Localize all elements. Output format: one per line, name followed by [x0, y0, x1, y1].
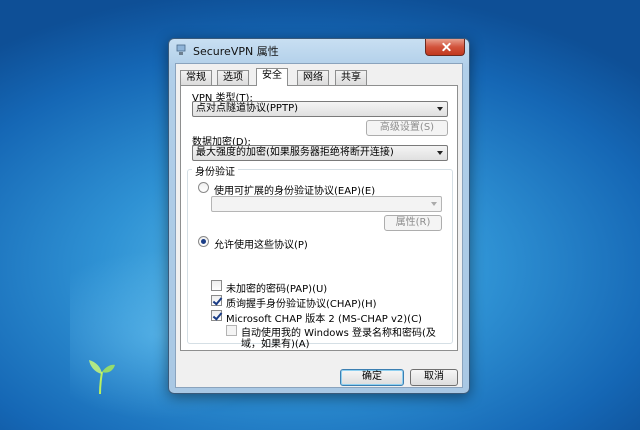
encryption-dropdown[interactable]: 最大强度的加密(如果服务器拒绝将断开连接)	[192, 145, 448, 161]
tab-options[interactable]: 选项	[217, 70, 249, 85]
auto-logon-checkbox[interactable]	[226, 325, 237, 336]
chap-checkbox[interactable]	[211, 295, 222, 306]
title-bar[interactable]: SecureVPN 属性	[169, 39, 469, 61]
vpn-type-value: 点对点隧道协议(PPTP)	[196, 103, 299, 114]
chap-label[interactable]: 质询握手身份验证协议(CHAP)(H)	[226, 295, 377, 310]
mschapv2-label[interactable]: Microsoft CHAP 版本 2 (MS-CHAP v2)(C)	[226, 310, 422, 325]
properties-button[interactable]: 属性(R)	[384, 215, 442, 231]
tab-networking[interactable]: 网络	[297, 70, 329, 85]
allow-protocols-radio[interactable]	[198, 236, 209, 247]
close-button[interactable]	[425, 39, 465, 56]
pap-checkbox[interactable]	[211, 280, 222, 291]
ok-button[interactable]: 确定	[340, 369, 404, 386]
authentication-group: 身份验证 使用可扩展的身份验证协议(EAP)(E) 属性(R) 允许使用这些协议…	[187, 163, 453, 350]
eap-radio-label[interactable]: 使用可扩展的身份验证协议(EAP)(E)	[214, 182, 375, 197]
mschapv2-checkbox[interactable]	[211, 310, 222, 321]
auto-logon-label-line2[interactable]: 域，如果有)(A)	[241, 335, 310, 350]
dialog-client-area: 常规 选项 安全 网络 共享 VPN 类型(T): 点对点隧道协议(PPTP) …	[175, 63, 463, 388]
advanced-settings-button[interactable]: 高级设置(S)	[366, 120, 448, 136]
chevron-down-icon	[431, 202, 437, 206]
window-title: SecureVPN 属性	[193, 45, 279, 58]
pap-label[interactable]: 未加密的密码(PAP)(U)	[226, 280, 327, 295]
eap-radio[interactable]	[198, 182, 209, 193]
vpn-properties-dialog: SecureVPN 属性 常规 选项 安全 网络 共享 VPN 类型(T): 点…	[168, 38, 470, 394]
tab-sharing[interactable]: 共享	[335, 70, 367, 85]
chevron-down-icon	[437, 107, 443, 111]
security-tab-panel: VPN 类型(T): 点对点隧道协议(PPTP) 高级设置(S) 数据加密(D)…	[180, 85, 458, 351]
network-connection-icon	[176, 44, 186, 55]
encryption-value: 最大强度的加密(如果服务器拒绝将断开连接)	[196, 147, 394, 158]
authentication-group-title: 身份验证	[192, 163, 238, 178]
tab-security[interactable]: 安全	[256, 68, 288, 86]
desktop-sprout-icon	[89, 360, 115, 394]
vpn-type-dropdown[interactable]: 点对点隧道协议(PPTP)	[192, 101, 448, 117]
cancel-button[interactable]: 取消	[410, 369, 458, 386]
chevron-down-icon	[437, 151, 443, 155]
allow-protocols-label[interactable]: 允许使用这些协议(P)	[214, 236, 308, 251]
tab-general[interactable]: 常规	[180, 70, 212, 85]
eap-method-dropdown[interactable]	[211, 196, 442, 212]
